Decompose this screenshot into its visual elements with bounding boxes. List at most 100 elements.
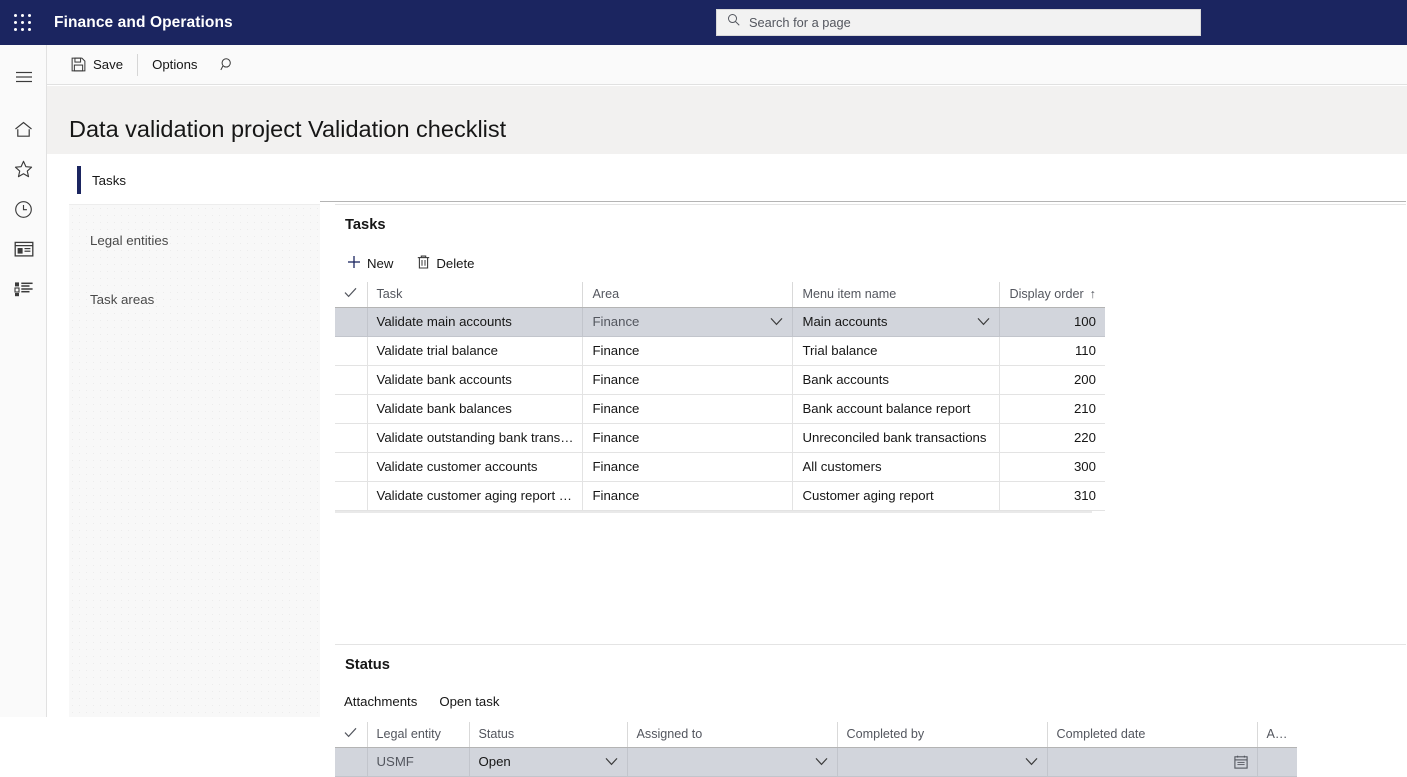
cell-area[interactable]: Finance	[582, 307, 794, 337]
chevron-down-icon[interactable]	[815, 757, 828, 766]
cell-menu-item-name[interactable]: Unreconciled bank transactions	[792, 423, 1001, 453]
row-select-cell[interactable]	[335, 307, 368, 337]
tab-tasks-label: Tasks	[92, 172, 126, 188]
cell-task[interactable]: Validate bank accounts	[367, 365, 584, 395]
star-icon[interactable]	[0, 149, 47, 189]
cell-area[interactable]: Finance	[582, 481, 794, 511]
search-icon	[219, 57, 235, 72]
cell-completed-date[interactable]	[1047, 747, 1258, 777]
status-column-header-assigned-to[interactable]: Assigned to	[627, 722, 838, 748]
workspace-icon[interactable]	[0, 229, 47, 269]
row-select-cell[interactable]	[335, 747, 368, 777]
app-launcher-icon[interactable]	[0, 0, 46, 45]
app-title: Finance and Operations	[54, 13, 233, 31]
status-column-header-legal-entity[interactable]: Legal entity	[367, 722, 470, 748]
clock-icon[interactable]	[0, 189, 47, 229]
new-label: New	[367, 256, 394, 271]
calendar-icon[interactable]	[1057, 755, 1248, 769]
chevron-down-icon[interactable]	[977, 317, 990, 326]
cell-a-truncated[interactable]	[1257, 747, 1297, 777]
cell-task[interactable]: Validate customer accounts	[367, 452, 584, 482]
cell-display-order[interactable]: 110	[999, 336, 1105, 366]
status-column-header-a-truncated[interactable]: A…	[1257, 722, 1297, 748]
hamburger-menu-icon[interactable]	[0, 57, 47, 97]
row-select-cell[interactable]	[335, 452, 368, 482]
tasks-column-header-menu-item-name[interactable]: Menu item name	[792, 282, 1001, 308]
cell-task[interactable]: Validate bank balances	[367, 394, 584, 424]
global-search-input[interactable]: Search for a page	[716, 9, 1201, 36]
cell-area[interactable]: Finance	[582, 394, 794, 424]
row-select-cell[interactable]	[335, 394, 368, 424]
status-section-heading: Status	[345, 657, 390, 673]
new-button[interactable]: New	[339, 252, 401, 275]
table-row[interactable]: USMF Open	[335, 747, 1297, 777]
tasks-column-header-area[interactable]: Area	[582, 282, 794, 308]
cell-task[interactable]: Validate trial balance	[367, 336, 584, 366]
cell-menu-item-name[interactable]: All customers	[792, 452, 1001, 482]
chevron-down-icon[interactable]	[605, 757, 618, 766]
cell-display-order[interactable]: 200	[999, 365, 1105, 395]
tasks-column-header-display-order-label: Display order	[1009, 287, 1084, 302]
cell-area[interactable]: Finance	[582, 365, 794, 395]
cell-area[interactable]: Finance	[582, 452, 794, 482]
cell-menu-item-name[interactable]: Bank accounts	[792, 365, 1001, 395]
nav-item-task-areas[interactable]: Task areas	[69, 270, 320, 329]
delete-button[interactable]: Delete	[409, 252, 482, 275]
table-row[interactable]: Validate main accounts Finance Main acco…	[335, 307, 1105, 337]
status-column-header-completed-by[interactable]: Completed by	[837, 722, 1048, 748]
chevron-down-icon[interactable]	[770, 317, 783, 326]
status-grid-container: Legal entity Status Assigned to Complete…	[335, 722, 1297, 777]
home-icon[interactable]	[0, 109, 47, 149]
table-row[interactable]: Validate customer accounts Finance All c…	[335, 452, 1105, 482]
open-task-button[interactable]: Open task	[435, 692, 503, 711]
table-row[interactable]: Validate bank accounts Finance Bank acco…	[335, 365, 1105, 395]
cell-menu-item-name[interactable]: Main accounts	[792, 307, 1001, 337]
cell-legal-entity[interactable]: USMF	[367, 747, 470, 777]
row-select-cell[interactable]	[335, 481, 368, 511]
page-search-button[interactable]	[210, 45, 245, 84]
cell-task[interactable]: Validate main accounts	[367, 307, 584, 337]
tab-active-accent	[77, 166, 81, 194]
cell-task[interactable]: Validate outstanding bank trans…	[367, 423, 584, 453]
cell-menu-item-name[interactable]: Trial balance	[792, 336, 1001, 366]
save-disk-icon	[71, 57, 86, 72]
status-column-header-completed-date[interactable]: Completed date	[1047, 722, 1258, 748]
cell-display-order[interactable]: 210	[999, 394, 1105, 424]
cell-display-order[interactable]: 100	[999, 307, 1105, 337]
table-row[interactable]: Validate trial balance Finance Trial bal…	[335, 336, 1105, 366]
cell-display-order[interactable]: 300	[999, 452, 1105, 482]
cell-status[interactable]: Open	[469, 747, 628, 777]
options-button[interactable]: Options	[140, 45, 209, 84]
cell-menu-item-name[interactable]: Bank account balance report	[792, 394, 1001, 424]
cell-area[interactable]: Finance	[582, 423, 794, 453]
table-row[interactable]: Validate bank balances Finance Bank acco…	[335, 394, 1105, 424]
status-grid: Legal entity Status Assigned to Complete…	[335, 722, 1297, 777]
nav-item-label: Task areas	[90, 292, 155, 307]
row-select-cell[interactable]	[335, 336, 368, 366]
row-select-cell[interactable]	[335, 423, 368, 453]
cell-display-order[interactable]: 220	[999, 423, 1105, 453]
attachments-button[interactable]: Attachments	[340, 692, 421, 711]
cell-completed-by[interactable]	[837, 747, 1048, 777]
cell-display-order[interactable]: 310	[999, 481, 1105, 511]
list-icon[interactable]	[0, 269, 47, 309]
nav-item-legal-entities[interactable]: Legal entities	[69, 211, 320, 270]
status-select-all-header[interactable]	[335, 722, 368, 748]
save-button[interactable]: Save	[59, 45, 135, 84]
tab-tasks[interactable]: Tasks	[69, 158, 320, 202]
cell-area[interactable]: Finance	[582, 336, 794, 366]
tasks-grid-bottom-rule	[335, 510, 1092, 513]
tasks-select-all-header[interactable]	[335, 282, 368, 308]
checkmark-icon	[344, 727, 357, 738]
row-select-cell[interactable]	[335, 365, 368, 395]
tasks-grid-container: Task Area Menu item name Display order ↑	[335, 282, 1105, 513]
status-column-header-status[interactable]: Status	[469, 722, 628, 748]
tasks-column-header-display-order[interactable]: Display order ↑	[999, 282, 1105, 308]
cell-task[interactable]: Validate customer aging report …	[367, 481, 584, 511]
cell-menu-item-name[interactable]: Customer aging report	[792, 481, 1001, 511]
table-row[interactable]: Validate outstanding bank trans… Finance…	[335, 423, 1105, 453]
table-row[interactable]: Validate customer aging report … Finance…	[335, 481, 1105, 511]
tasks-column-header-task[interactable]: Task	[367, 282, 584, 308]
chevron-down-icon[interactable]	[1025, 757, 1038, 766]
cell-assigned-to[interactable]	[627, 747, 838, 777]
